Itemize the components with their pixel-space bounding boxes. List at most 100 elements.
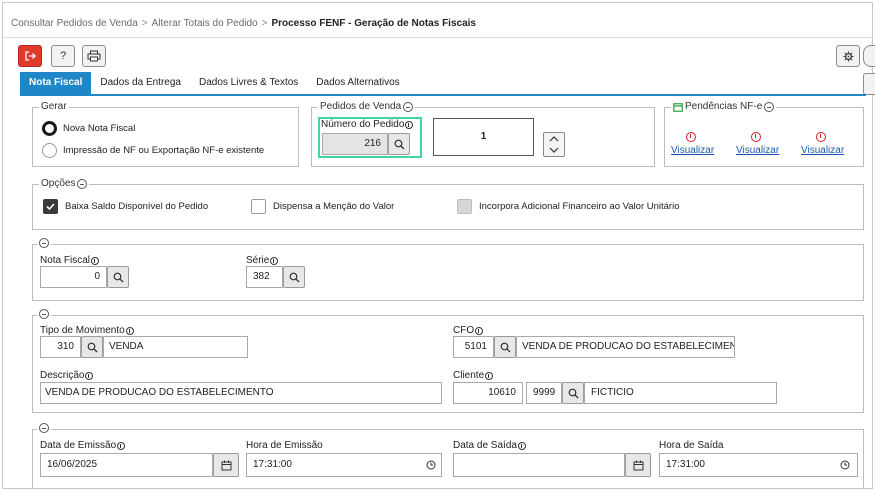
cliente-label-text: Cliente — [453, 370, 485, 381]
clock-icon[interactable] — [840, 460, 850, 470]
serie-input[interactable]: 382 — [246, 266, 283, 288]
nota-fiscal-input[interactable]: 0 — [40, 266, 107, 288]
data-saida-label: Data de Saída — [453, 440, 526, 451]
hora-saida-label: Hora de Saída — [659, 440, 724, 451]
numero-pedido-label-text: Número do Pedido — [321, 119, 405, 130]
collapse-icon[interactable] — [764, 101, 775, 112]
quantity-stepper[interactable] — [543, 132, 565, 157]
tab-underline — [20, 94, 866, 96]
opcoes-legend-text: Opções — [41, 178, 76, 189]
cliente-label: Cliente — [453, 370, 494, 381]
data-saida-calendar-button[interactable] — [625, 453, 651, 477]
tipo-movimento-label-text: Tipo de Movimento — [40, 325, 125, 336]
radio-impressao-nf-label: Impressão de NF ou Exportação NF-e exist… — [63, 145, 265, 156]
tab-dados-entrega[interactable]: Dados da Entrega — [91, 72, 190, 94]
chevron-down-icon[interactable] — [544, 145, 564, 156]
search-icon — [568, 388, 578, 398]
pendencias-link-2[interactable]: Visualizar — [736, 145, 779, 156]
nota-fiscal-search-button[interactable] — [107, 266, 129, 288]
clock-icon[interactable] — [426, 460, 436, 470]
cfo-search-button[interactable] — [494, 336, 516, 358]
cliente-code-input[interactable]: 10610 — [453, 382, 523, 404]
tipo-movimento-desc: VENDA — [103, 336, 248, 358]
tab-nota-fiscal[interactable]: Nota Fiscal — [20, 72, 92, 94]
hora-emissao-label-text: Hora de Emissão — [246, 440, 323, 451]
radio-impressao-nf[interactable] — [42, 143, 57, 158]
info-icon — [125, 326, 134, 335]
collapse-icon[interactable] — [39, 423, 49, 433]
data-saida-input[interactable] — [453, 453, 625, 477]
calendar-icon — [673, 102, 683, 112]
pendencias-link-3[interactable]: Visualizar — [801, 145, 844, 156]
info-icon — [91, 256, 100, 265]
chevron-up-icon[interactable] — [544, 133, 564, 144]
radio-nova-nota-fiscal-label: Nova Nota Fiscal — [63, 123, 136, 134]
exit-icon — [25, 51, 36, 61]
numero-pedido-input[interactable]: 216 — [322, 133, 388, 155]
check-icon — [46, 203, 55, 211]
gerar-legend-text: Gerar — [41, 101, 67, 112]
hora-saida-input[interactable]: 17:31:00 — [659, 453, 858, 477]
serie-label: Série — [246, 255, 279, 266]
collapse-icon[interactable] — [39, 309, 49, 319]
numero-pedido-label: Número do Pedido — [321, 119, 414, 130]
pendencias-link-1[interactable]: Visualizar — [671, 145, 714, 156]
descricao-input[interactable]: VENDA DE PRODUCAO DO ESTABELECIMENTO — [40, 382, 442, 404]
checkbox-incorpora-adicional[interactable] — [457, 199, 472, 214]
side-panel-handle[interactable] — [863, 73, 875, 95]
exit-button[interactable] — [18, 45, 42, 67]
help-button[interactable]: ? — [51, 45, 75, 67]
cliente-search-button[interactable] — [562, 382, 584, 404]
print-button[interactable] — [82, 45, 106, 67]
search-icon — [113, 272, 123, 282]
cfo-desc: VENDA DE PRODUCAO DO ESTABELECIMENTO — [516, 336, 735, 358]
radio-nova-nota-fiscal[interactable] — [42, 121, 57, 136]
checkbox-dispensa-mencao[interactable] — [251, 199, 266, 214]
cfo-code[interactable]: 5101 — [453, 336, 494, 358]
data-emissao-label: Data de Emissão — [40, 440, 126, 451]
breadcrumb-separator: > — [261, 18, 268, 29]
side-panel-toggle[interactable] — [863, 45, 875, 67]
breadcrumb-separator: > — [141, 18, 148, 29]
data-emissao-calendar-button[interactable] — [213, 453, 239, 477]
pedidos-legend-text: Pedidos de Venda — [320, 101, 402, 112]
tipo-movimento-code[interactable]: 310 — [40, 336, 81, 358]
nota-group — [32, 238, 864, 301]
tab-dados-livres[interactable]: Dados Livres & Textos — [190, 72, 307, 94]
checkbox-baixa-saldo[interactable] — [43, 199, 58, 214]
collapse-icon[interactable] — [403, 101, 414, 112]
movimento-legend — [37, 309, 51, 319]
descricao-label-text: Descrição — [40, 370, 85, 381]
quantity-input[interactable]: 1 — [433, 118, 534, 156]
cfo-label: CFO — [453, 325, 484, 336]
breadcrumb-item-alterar[interactable]: Alterar Totais do Pedido — [152, 18, 258, 29]
tipo-movimento-search-button[interactable] — [81, 336, 103, 358]
data-saida-label-text: Data de Saída — [453, 440, 517, 451]
calendar-icon — [633, 460, 643, 470]
settings-button[interactable] — [836, 45, 860, 67]
info-icon — [475, 326, 484, 335]
serie-search-button[interactable] — [283, 266, 305, 288]
breadcrumb-item-consultar[interactable]: Consultar Pedidos de Venda — [11, 18, 138, 29]
numero-pedido-search-button[interactable] — [388, 133, 410, 155]
warning-icon — [751, 132, 761, 142]
data-emissao-input[interactable]: 16/06/2025 — [40, 453, 213, 477]
checkbox-dispensa-mencao-label: Dispensa a Menção do Valor — [273, 201, 395, 212]
warning-icon — [816, 132, 826, 142]
info-icon — [485, 371, 494, 380]
hora-saida-label-text: Hora de Saída — [659, 440, 724, 451]
collapse-icon[interactable] — [77, 178, 88, 189]
hora-emissao-input[interactable]: 17:31:00 — [246, 453, 442, 477]
gerar-legend: Gerar — [39, 101, 69, 112]
cliente-loja-input[interactable]: 9999 — [526, 382, 562, 404]
collapse-icon[interactable] — [39, 238, 49, 248]
pedidos-legend: Pedidos de Venda — [318, 101, 416, 112]
info-icon — [85, 371, 94, 380]
cfo-label-text: CFO — [453, 325, 475, 336]
search-icon — [500, 342, 510, 352]
tab-dados-alternativos[interactable]: Dados Alternativos — [307, 72, 408, 94]
serie-label-text: Série — [246, 255, 270, 266]
breadcrumb-current: Processo FENF - Geração de Notas Fiscais — [271, 18, 476, 29]
search-icon — [289, 272, 299, 282]
hora-emissao-label: Hora de Emissão — [246, 440, 323, 451]
